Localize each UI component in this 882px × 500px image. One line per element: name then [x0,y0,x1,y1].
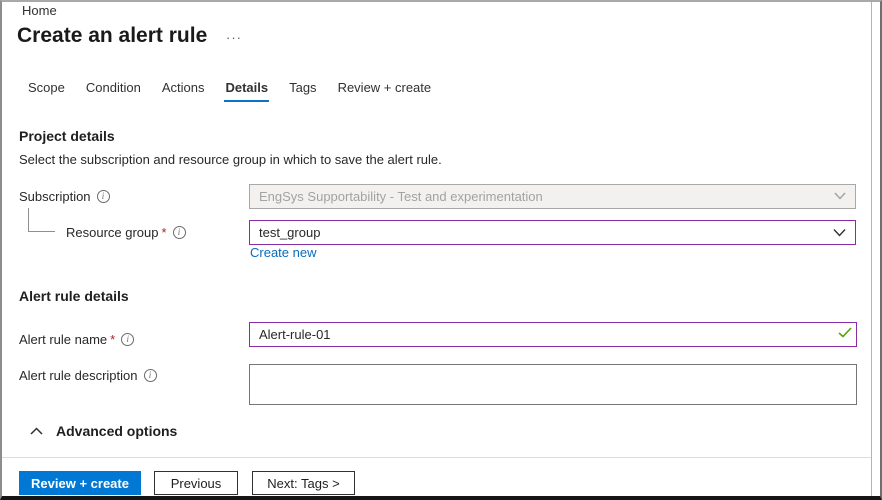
alert-rule-name-label: Alert rule name* i [19,332,134,347]
review-create-button[interactable]: Review + create [19,471,141,495]
resource-group-value: test_group [259,225,320,240]
tab-details[interactable]: Details [223,78,270,102]
alert-rule-description-input[interactable] [249,364,857,405]
required-marker: * [162,225,167,240]
alert-rule-details-heading: Alert rule details [19,288,129,304]
more-options-icon[interactable]: ··· [226,30,242,45]
subscription-label: Subscription i [19,189,110,204]
resource-group-label: Resource group* i [66,225,186,240]
resource-group-label-text: Resource group* [66,225,167,240]
info-icon[interactable]: i [121,333,134,346]
advanced-options-label: Advanced options [56,423,177,439]
valid-check-icon [838,327,852,338]
alert-rule-name-input[interactable] [249,322,857,347]
previous-button[interactable]: Previous [154,471,238,495]
advanced-options-toggle[interactable]: Advanced options [30,423,177,439]
wizard-tabs: Scope Condition Actions Details Tags Rev… [26,78,433,102]
tab-scope[interactable]: Scope [26,78,67,102]
page-title: Create an alert rule [17,24,207,48]
chevron-up-icon [30,427,43,435]
tab-condition[interactable]: Condition [84,78,143,102]
info-icon[interactable]: i [144,369,157,382]
tree-connector-vertical [28,208,29,231]
required-marker: * [110,332,115,347]
next-tags-button[interactable]: Next: Tags > [252,471,355,495]
tab-actions[interactable]: Actions [160,78,207,102]
create-alert-rule-page: Home Create an alert rule ··· Scope Cond… [0,0,882,500]
chevron-down-icon [834,192,846,200]
project-details-description: Select the subscription and resource gro… [19,152,442,167]
alert-rule-description-label-text: Alert rule description [19,368,138,383]
tab-review-create[interactable]: Review + create [336,78,434,102]
project-details-heading: Project details [19,128,115,144]
scrollbar-track-edge [871,2,872,496]
footer-divider [2,457,871,458]
info-icon[interactable]: i [97,190,110,203]
info-icon[interactable]: i [173,226,186,239]
subscription-dropdown: EngSys Supportability - Test and experim… [249,184,856,209]
alert-rule-description-label: Alert rule description i [19,368,157,383]
create-new-link[interactable]: Create new [250,245,316,260]
alert-rule-name-label-text: Alert rule name* [19,332,115,347]
tree-connector-horizontal [28,231,55,232]
resource-group-dropdown[interactable]: test_group [249,220,856,245]
tab-tags[interactable]: Tags [287,78,318,102]
subscription-label-text: Subscription [19,189,91,204]
chevron-down-icon [833,228,846,237]
breadcrumb-home[interactable]: Home [22,3,57,18]
subscription-value: EngSys Supportability - Test and experim… [259,189,543,204]
